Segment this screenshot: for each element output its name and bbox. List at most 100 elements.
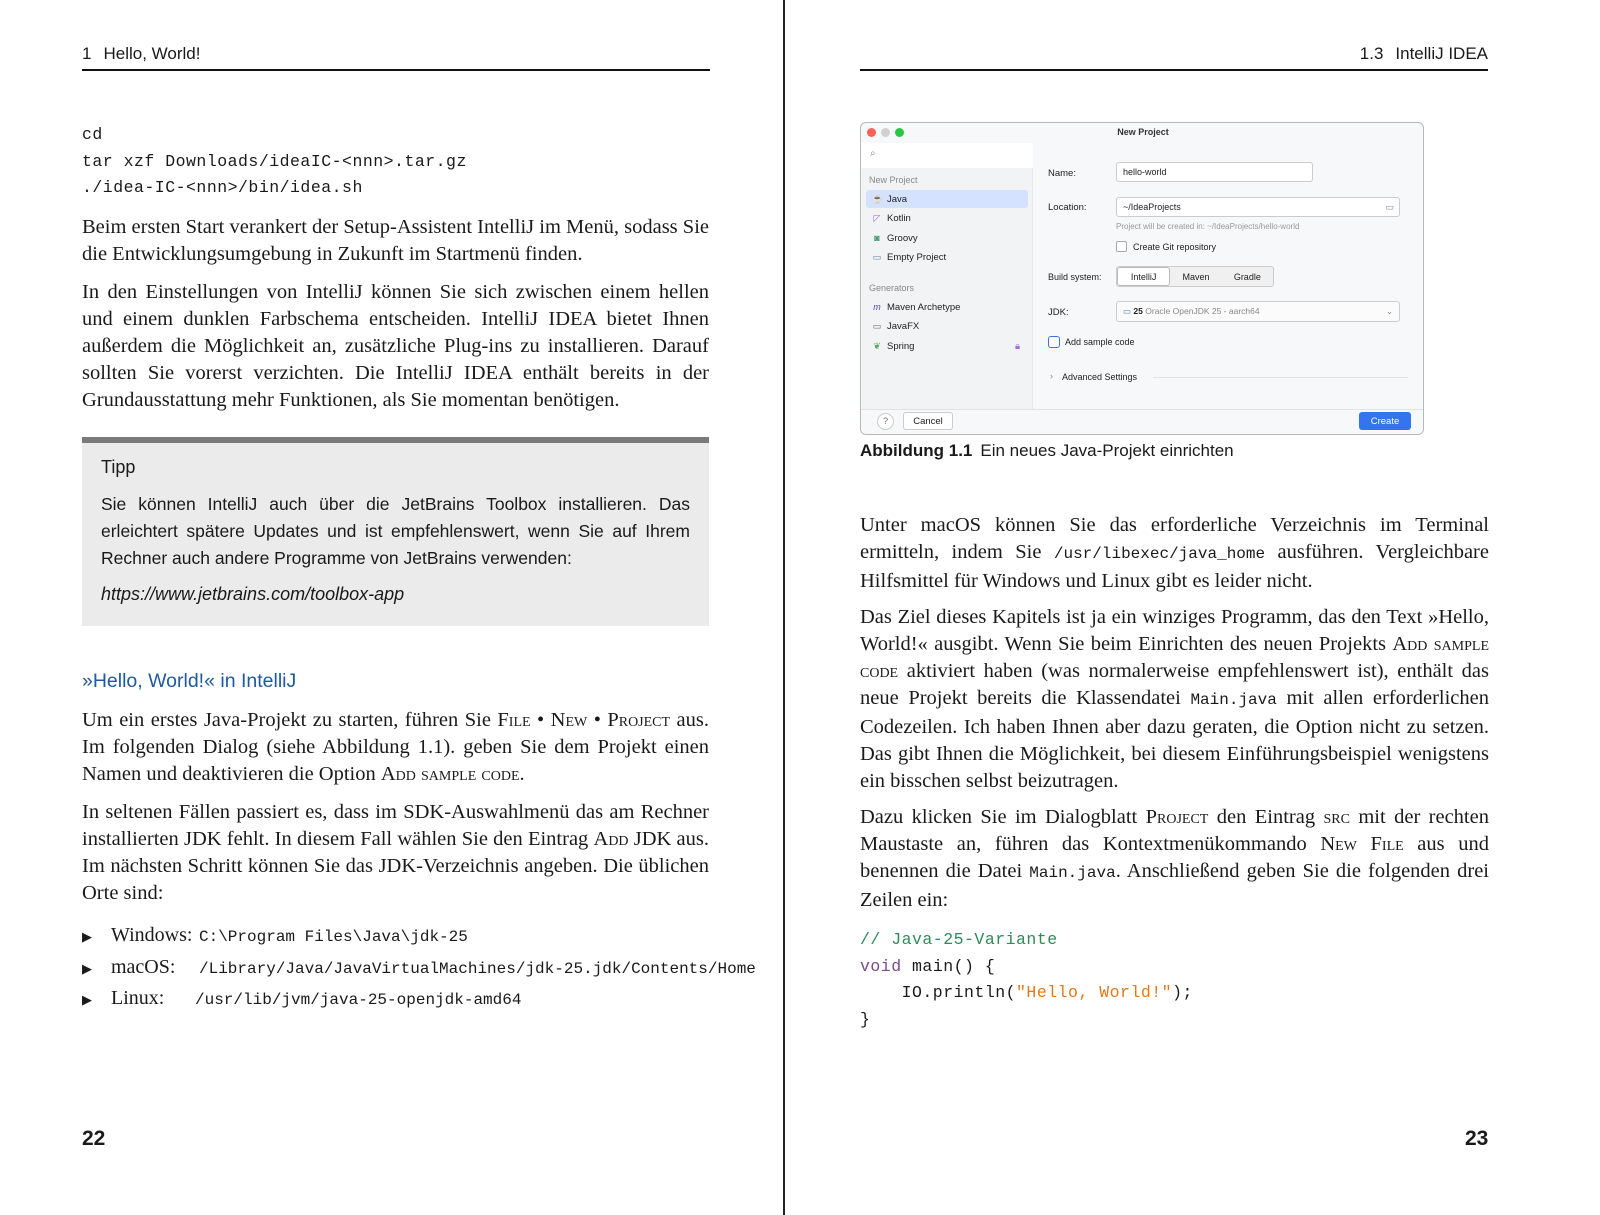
git-label: Create Git repository	[1133, 242, 1217, 252]
groovy-icon: ◙	[874, 233, 880, 243]
name-input[interactable]: hello-world	[1116, 162, 1313, 182]
code-comment: // Java-25-Variante	[860, 930, 1058, 949]
dialog-title: New Project	[1117, 127, 1169, 137]
java-icon: ☕	[872, 193, 884, 204]
text: •	[587, 709, 608, 731]
os-label: Windows:	[111, 924, 193, 946]
page-number: 23	[1465, 1127, 1489, 1150]
section-heading: »Hello, World!« in IntelliJ	[82, 670, 297, 692]
git-checkbox[interactable]	[1116, 241, 1127, 252]
list-item: ▶ Windows: C:\Program Files\Java\jdk-25	[82, 921, 756, 953]
help-button[interactable]: ?	[877, 413, 894, 430]
sidebar-item-java[interactable]: ☕ Java	[866, 190, 1028, 208]
ui-ref: Project	[1145, 806, 1209, 828]
tip-box: Tipp Sie können IntelliJ auch über die J…	[82, 437, 709, 626]
code-string: "Hello, World!"	[1016, 983, 1173, 1002]
tip-text: Sie können IntelliJ auch über die JetBra…	[101, 494, 690, 568]
location-value: ~/IdeaProjects	[1123, 202, 1181, 212]
bullet-icon: ▶	[82, 960, 92, 976]
jdk-value: Oracle OpenJDK 25 - aarch64	[1145, 306, 1260, 316]
item-label: Empty Project	[887, 251, 947, 263]
paragraph: Unter macOS können Sie das erforderliche…	[860, 512, 1489, 595]
sidebar-item-javafx[interactable]: ▭ JavaFX	[866, 317, 1028, 335]
section-number: 1.3	[1359, 44, 1384, 63]
sidebar-item-kotlin[interactable]: ◸ Kotlin	[866, 209, 1028, 227]
add-sample-code-label: Add sample code	[1065, 337, 1135, 347]
build-option-maven[interactable]: Maven	[1170, 267, 1221, 286]
create-button[interactable]: Create	[1359, 412, 1411, 430]
menu-ref: New File	[1320, 833, 1404, 855]
chapter-number: 1	[82, 44, 92, 63]
figure-label: Abbildung 1.1	[860, 441, 973, 460]
paragraph: In seltenen Fällen passiert es, dass im …	[82, 799, 709, 907]
menu-ref: Project	[607, 709, 671, 731]
build-system-label: Build system:	[1048, 272, 1102, 282]
advanced-settings-toggle[interactable]: Advanced Settings	[1062, 372, 1137, 382]
inline-code: Main.java	[1190, 691, 1277, 709]
build-option-intellij[interactable]: IntelliJ	[1117, 267, 1171, 286]
chevron-down-icon: ⌄	[1385, 306, 1393, 316]
figure-caption-text: Ein neues Java-Projekt einrichten	[980, 441, 1234, 460]
ui-ref: src	[1323, 806, 1350, 828]
sidebar-item-empty-project[interactable]: ▭ Empty Project	[866, 248, 1028, 266]
dialog-footer: ? Cancel Create	[861, 409, 1423, 434]
install-code-block: cd tar xzf Downloads/ideaIC-<nnn>.tar.gz.…	[82, 122, 467, 202]
bullet-icon: ▶	[82, 992, 92, 1007]
search-icon: ⌕	[870, 148, 876, 159]
os-label: macOS:	[111, 955, 176, 978]
page-number: 22	[82, 1127, 106, 1150]
paragraph: In den Einstellungen von IntelliJ können…	[82, 281, 709, 411]
folder-browse-icon[interactable]: ▭	[1385, 202, 1394, 213]
chevron-right-icon[interactable]: ›	[1050, 371, 1053, 381]
location-input[interactable]: ~/IdeaProjects ▭	[1116, 197, 1400, 217]
jdk-folder-icon: ▭	[1123, 306, 1132, 316]
list-item: ▶ Linux: /usr/lib/jvm/java-25-openjdk-amd6…	[82, 984, 756, 1016]
code-text: IO.println(	[860, 983, 1017, 1002]
folder-icon: ▭	[872, 251, 882, 262]
menu-ref: File	[497, 709, 531, 731]
option-ref: Add sample code	[380, 763, 520, 785]
code-line: ./idea-IC-<nnn>/bin/idea.sh	[82, 178, 363, 197]
jdk-path: /usr/lib/jvm/java-25-openjdk-amd64	[195, 991, 522, 1009]
text: Um ein erstes Java-Projekt zu starten, f…	[82, 709, 498, 731]
paragraph: Um ein erstes Java-Projekt zu starten, f…	[82, 707, 709, 788]
text: Dazu klicken Sie im Dialogblatt	[860, 806, 1146, 828]
jdk-path: C:\Program Files\Java\jdk-25	[199, 928, 468, 946]
code-line: tar xzf Downloads/ideaIC-<nnn>.tar.gz	[82, 151, 467, 171]
java-code-block: // Java-25-Variante void main() { IO.prin…	[860, 927, 1193, 1033]
code-keyword: void	[860, 956, 902, 976]
location-hint: Project will be created in: ~/IdeaProjec…	[1116, 222, 1300, 231]
add-sample-code-checkbox[interactable]	[1048, 336, 1060, 348]
sidebar-item-spring[interactable]: ❦ Spring 🔒︎	[866, 337, 1028, 355]
lock-icon: 🔒︎	[1014, 340, 1020, 352]
paragraph: Das Ziel dieses Kapitels ist ja ein winz…	[860, 604, 1489, 795]
item-label: Groovy	[887, 232, 918, 244]
left-running-header: 1 Hello, World!	[82, 44, 710, 71]
code-text: );	[1172, 983, 1193, 1002]
cancel-button[interactable]: Cancel	[903, 412, 953, 430]
build-system-selector: IntelliJ Maven Gradle	[1116, 266, 1274, 287]
paragraph: Beim ersten Start verankert der Setup-As…	[82, 216, 709, 265]
sidebar-item-groovy[interactable]: ◙ Groovy	[866, 229, 1028, 247]
option-ref: Add JDK	[593, 828, 672, 850]
text: •	[530, 709, 551, 731]
jdk-version: 25	[1133, 306, 1143, 316]
jdk-locations-list: ▶ Windows: C:\Program Files\Java\jdk-25 ▶ m…	[82, 921, 756, 1016]
window-icon: ▭	[872, 320, 882, 331]
sidebar-search[interactable]: ⌕	[861, 143, 1033, 168]
right-running-header: 1.3 IntelliJ IDEA	[860, 44, 1488, 71]
toolbox-link[interactable]: https://www.jetbrains.com/toolbox-app	[101, 584, 690, 605]
item-label: Java	[887, 193, 908, 205]
sidebar-item-maven-archetype[interactable]: m Maven Archetype	[866, 298, 1028, 316]
jdk-dropdown[interactable]: ▭ 25 Oracle OpenJDK 25 - aarch64 ⌄	[1116, 301, 1400, 322]
figure-caption: Abbildung 1.1 Ein neues Java-Projekt einr…	[860, 441, 1234, 461]
spring-icon: ❦	[873, 340, 881, 351]
sidebar-section-label: New Project	[869, 175, 918, 185]
code-line: void main() {	[860, 954, 1193, 981]
jdk-label: JDK:	[1048, 307, 1069, 318]
item-label: Spring	[887, 340, 915, 352]
text: .	[519, 763, 525, 785]
build-option-gradle[interactable]: Gradle	[1222, 267, 1273, 286]
os-label: Linux:	[111, 987, 165, 1009]
inline-code: /usr/libexec/java_home	[1053, 545, 1266, 563]
